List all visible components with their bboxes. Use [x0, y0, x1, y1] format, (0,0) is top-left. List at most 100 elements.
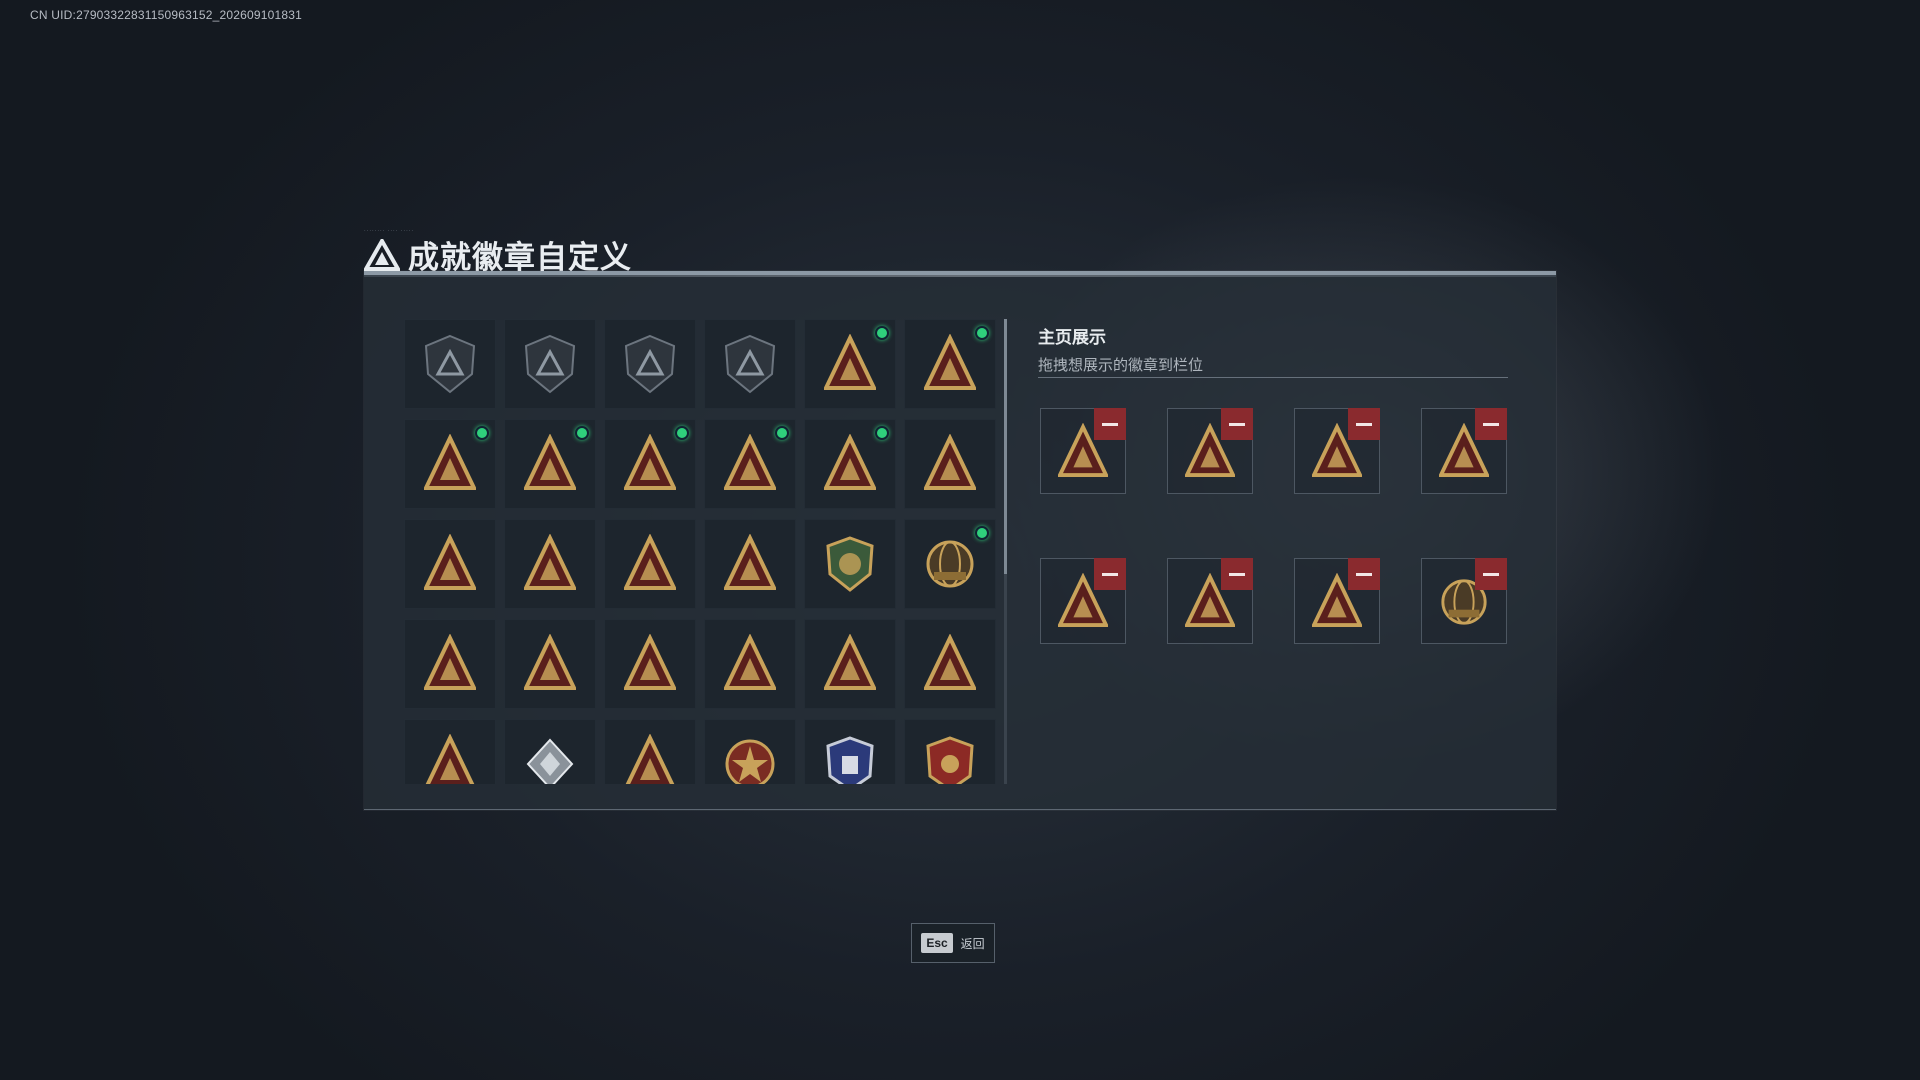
showcase-slot[interactable]: [1421, 408, 1507, 494]
scrollbar-thumb[interactable]: [1004, 319, 1007, 574]
back-button[interactable]: Esc 返回: [911, 923, 995, 963]
remove-badge-button[interactable]: [1475, 558, 1507, 590]
delta-logo-icon: [364, 238, 400, 271]
remove-badge-button[interactable]: [1221, 408, 1253, 440]
new-indicator-dot: [575, 426, 589, 440]
badge-collection[interactable]: [404, 319, 996, 784]
badge-cell[interactable]: [804, 619, 896, 709]
grey-shield-eagle-badge-icon: [724, 334, 776, 394]
grey-shield-diamond-badge-icon: [624, 334, 676, 394]
gold-triangle-rifle-badge-icon: [624, 534, 676, 590]
minus-icon: [1229, 572, 1245, 576]
gold-globe-2025-badge-icon: [926, 540, 974, 588]
badge-cell[interactable]: [804, 519, 896, 609]
showcase-slot[interactable]: [1040, 408, 1126, 494]
gold-triangle-soldier-badge-icon: [624, 634, 676, 690]
badge-cell[interactable]: [504, 519, 596, 609]
gold-triangle-squad-badge-icon: [924, 634, 976, 690]
gold-triangle-arm-badge-icon: [425, 734, 475, 784]
gold-triangle-sb-badge-icon: [524, 434, 576, 490]
badge-cell[interactable]: [904, 419, 996, 509]
badge-cell[interactable]: [504, 419, 596, 509]
badge-cell[interactable]: [704, 419, 796, 509]
badge-cell[interactable]: [404, 519, 496, 609]
gold-triangle-pear-badge-icon: [924, 434, 976, 490]
remove-badge-button[interactable]: [1221, 558, 1253, 590]
badge-cell[interactable]: [404, 319, 496, 409]
badge-cell[interactable]: [904, 619, 996, 709]
badge-cell[interactable]: [604, 319, 696, 409]
new-indicator-dot: [475, 426, 489, 440]
gold-triangle-bowl-badge-icon: [524, 534, 576, 590]
minus-icon: [1356, 422, 1372, 426]
grey-shield-triangle-badge-icon: [424, 334, 476, 394]
showcase-slot[interactable]: [1167, 408, 1253, 494]
gold-triangle-figure-badge-icon: [625, 734, 675, 784]
showcase-slot[interactable]: [1294, 408, 1380, 494]
uid-label: CN UID:279033228311509631​52_20260910183…: [30, 8, 303, 22]
minus-icon: [1483, 422, 1499, 426]
remove-badge-button[interactable]: [1348, 558, 1380, 590]
badge-cell[interactable]: [704, 619, 796, 709]
showcase-slot[interactable]: [1294, 558, 1380, 644]
gold-triangle-crest-badge-icon: [724, 634, 776, 690]
badge-customize-panel: 主页展示 拖拽想展示的徽章到栏位: [364, 271, 1556, 810]
badge-cell[interactable]: [404, 419, 496, 509]
showcase-slot[interactable]: [1040, 558, 1126, 644]
showcase-slot[interactable]: [1167, 558, 1253, 644]
gold-triangle-number-one-badge-icon: [724, 534, 776, 590]
red-star-medal-badge-icon: [725, 739, 775, 784]
minus-icon: [1102, 422, 1118, 426]
blue-shield-badge-icon: [826, 736, 874, 784]
badge-cell[interactable]: [504, 719, 596, 784]
gold-triangle-beta-badge-icon: [824, 434, 876, 490]
badge-cell[interactable]: [704, 319, 796, 409]
new-indicator-dot: [675, 426, 689, 440]
badge-cell[interactable]: [904, 719, 996, 784]
badge-cell[interactable]: [804, 319, 896, 409]
minus-icon: [1483, 572, 1499, 576]
new-indicator-dot: [875, 326, 889, 340]
gold-triangle-canister-badge-icon: [524, 634, 576, 690]
remove-badge-button[interactable]: [1094, 408, 1126, 440]
minus-icon: [1356, 572, 1372, 576]
remove-badge-button[interactable]: [1094, 558, 1126, 590]
back-label: 返回: [960, 936, 985, 951]
gold-triangle-tank-badge-icon: [624, 434, 676, 490]
new-indicator-dot: [775, 426, 789, 440]
badge-grid: [404, 319, 996, 784]
badge-cell[interactable]: [704, 519, 796, 609]
badge-cell[interactable]: [604, 519, 696, 609]
green-shield-operator-badge-icon: [826, 536, 874, 592]
badge-cell[interactable]: [404, 619, 496, 709]
minus-icon: [1102, 572, 1118, 576]
badge-cell[interactable]: [804, 719, 896, 784]
badge-cell[interactable]: [604, 419, 696, 509]
gold-triangle-bottle-badge-icon: [424, 634, 476, 690]
remove-badge-button[interactable]: [1475, 408, 1507, 440]
new-indicator-dot: [975, 326, 989, 340]
badge-cell[interactable]: [704, 719, 796, 784]
showcase-divider: [1038, 377, 1508, 378]
badge-cell[interactable]: [504, 619, 596, 709]
showcase-subtitle: 拖拽想展示的徽章到栏位: [1038, 357, 1204, 374]
badge-cell[interactable]: [504, 319, 596, 409]
new-indicator-dot: [975, 526, 989, 540]
badge-cell[interactable]: [604, 719, 696, 784]
red-gold-shield-badge-icon: [926, 736, 974, 784]
badge-cell[interactable]: [904, 519, 996, 609]
badge-cell[interactable]: [804, 419, 896, 509]
minus-icon: [1229, 422, 1245, 426]
badge-cell[interactable]: [904, 319, 996, 409]
gold-triangle-trophy-badge-icon: [424, 534, 476, 590]
badge-cell[interactable]: [604, 619, 696, 709]
gold-triangle-s6-badge-icon: [924, 334, 976, 390]
silver-diamond-badge-icon: [526, 738, 574, 784]
badge-cell[interactable]: [404, 719, 496, 784]
badge-scrollbar[interactable]: [1004, 319, 1007, 784]
showcase-title: 主页展示: [1038, 328, 1106, 347]
showcase-slot[interactable]: [1421, 558, 1507, 644]
showcase-header: 主页展示 拖拽想展示的徽章到栏位: [1038, 323, 1203, 375]
showcase-slots: [1040, 408, 1507, 644]
remove-badge-button[interactable]: [1348, 408, 1380, 440]
